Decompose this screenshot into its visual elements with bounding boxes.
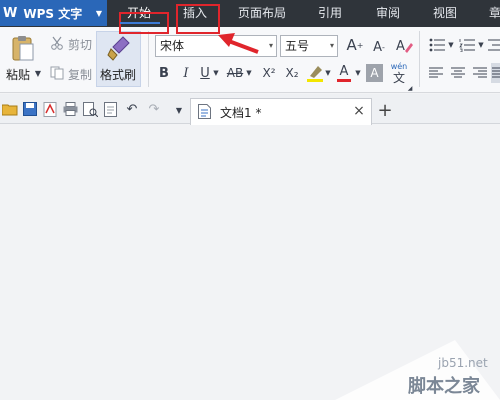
divider	[148, 31, 149, 87]
italic-button[interactable]: I	[177, 64, 195, 82]
wps-logo-icon: W	[3, 5, 18, 21]
word-document-icon	[197, 103, 211, 119]
copy-label[interactable]: 复制	[68, 66, 92, 83]
copy-icon[interactable]	[50, 66, 64, 80]
app-menu-button[interactable]: W WPS 文字 ▼	[0, 0, 107, 26]
tab-view[interactable]: 视图	[433, 0, 457, 27]
bold-button[interactable]: B	[155, 64, 173, 82]
subscript-button[interactable]: X₂	[282, 64, 302, 82]
font-size-value: 五号	[285, 39, 310, 53]
highlighter-icon[interactable]	[306, 63, 324, 83]
annotation-box-insert	[176, 4, 220, 34]
format-painter-label: 格式刷	[100, 68, 137, 82]
active-tab-underline	[120, 22, 160, 24]
divider	[419, 31, 420, 87]
paste-icon[interactable]	[8, 34, 38, 64]
customize-toolbar-icon[interactable]: ▼	[174, 104, 184, 116]
document-tab[interactable]	[190, 98, 372, 125]
svg-text:A: A	[396, 39, 405, 53]
print-preview-icon[interactable]	[82, 101, 98, 117]
font-name-select[interactable]: 宋体 ▾	[155, 35, 277, 57]
open-folder-icon[interactable]	[2, 101, 18, 117]
chevron-down-icon[interactable]: ▼	[245, 66, 253, 80]
chevron-down-icon[interactable]: ▼	[447, 39, 455, 51]
chevron-down-icon[interactable]: ▼	[324, 66, 332, 80]
align-right-icon[interactable]	[472, 65, 488, 81]
undo-icon[interactable]: ↶	[124, 101, 140, 117]
align-left-icon[interactable]	[428, 65, 444, 81]
tab-references[interactable]: 引用	[318, 0, 342, 27]
indent-icon[interactable]	[488, 37, 500, 53]
watermark-url: jb51.net	[438, 356, 488, 370]
export-pdf-icon[interactable]	[42, 101, 58, 117]
dialog-launcher-icon[interactable]: ◢	[406, 84, 414, 92]
font-name-value: 宋体	[160, 39, 185, 53]
chevron-down-icon: ▾	[268, 41, 273, 50]
justify-icon[interactable]	[491, 63, 500, 83]
brush-icon	[106, 34, 132, 62]
cut-label[interactable]: 剪切	[68, 36, 92, 53]
align-center-icon[interactable]	[450, 65, 466, 81]
grow-font-icon[interactable]: A +	[346, 36, 364, 54]
scissors-icon[interactable]	[50, 36, 64, 50]
paste-label[interactable]: 粘贴	[6, 66, 30, 83]
tab-more[interactable]: 章	[489, 0, 500, 27]
superscript-button[interactable]: X²	[259, 64, 279, 82]
document-icon[interactable]	[102, 101, 118, 117]
chevron-down-icon[interactable]: ▼	[212, 66, 220, 80]
bullet-list-icon[interactable]	[428, 37, 446, 53]
character-shading-button[interactable]: A	[366, 64, 383, 82]
numbered-list-icon[interactable]	[458, 37, 476, 53]
save-icon[interactable]	[22, 101, 38, 117]
print-icon[interactable]	[62, 101, 78, 117]
underline-button[interactable]: U	[197, 64, 213, 82]
font-size-select[interactable]: 五号 ▾	[280, 35, 338, 57]
redo-icon[interactable]: ↷	[146, 101, 162, 117]
new-tab-button[interactable]: +	[376, 100, 394, 121]
font-color-button[interactable]: A	[336, 62, 352, 84]
chevron-down-icon[interactable]: ▼	[354, 66, 362, 80]
shrink-font-icon[interactable]: A-	[370, 38, 388, 56]
watermark-site-name: 脚本之家	[408, 376, 480, 397]
chevron-down-icon: ▾	[329, 41, 334, 50]
caret-down-icon: ▼	[95, 9, 102, 18]
paste-dropdown-icon[interactable]: ▼	[34, 66, 42, 80]
tab-review[interactable]: 审阅	[376, 0, 400, 27]
app-title: WPS 文字	[23, 6, 83, 21]
chevron-down-icon[interactable]: ▼	[477, 39, 485, 51]
pinyin-guide-button[interactable]: wén 文	[388, 60, 410, 86]
tab-page-layout[interactable]: 页面布局	[238, 0, 286, 27]
menu-bar: W WPS 文字 ▼ 开始 插入 页面布局 引用 审阅 视图 章	[0, 0, 500, 27]
strikethrough-button[interactable]: AB	[224, 64, 246, 82]
document-name: 文档1 *	[220, 106, 262, 120]
clear-format-icon[interactable]: A	[394, 36, 414, 54]
close-icon[interactable]: ×	[352, 103, 366, 119]
